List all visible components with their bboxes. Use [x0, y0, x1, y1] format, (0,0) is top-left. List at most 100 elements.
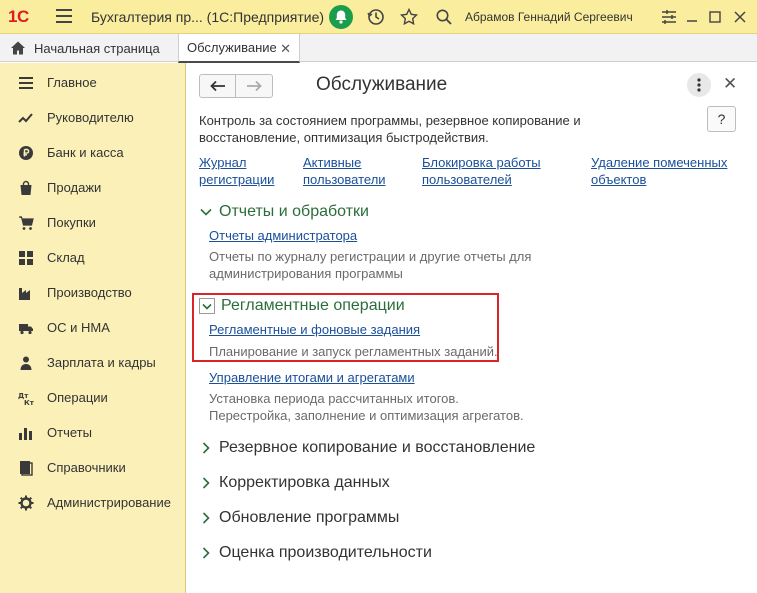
tab-home[interactable]: Начальная страница [0, 34, 170, 62]
link-totals-aggregates[interactable]: Управление итогами и агрегатами [209, 369, 415, 386]
sidebar-item-label: Справочники [47, 460, 126, 475]
sidebar-item-label: Отчеты [47, 425, 92, 440]
book-icon [18, 460, 34, 476]
debit-credit-icon: Дт Кт [18, 390, 34, 406]
trend-line-icon [18, 110, 34, 126]
section-reports-desc-1: Отчеты по журналу регистрации и другие о… [209, 249, 532, 264]
sidebar-item-label: Производство [47, 285, 132, 300]
help-button[interactable]: ? [707, 106, 736, 132]
page-title: Обслуживание [316, 74, 448, 95]
sidebar-item-administration[interactable]: Администрирование [0, 485, 186, 520]
favorites-star-icon[interactable] [399, 7, 419, 27]
section-title: Оценка производительности [219, 544, 432, 561]
back-button[interactable] [200, 75, 237, 97]
ruble-coin-icon [18, 145, 34, 161]
warehouse-grid-icon [18, 250, 34, 266]
notifications-bell-icon[interactable] [329, 5, 353, 29]
truck-icon [18, 320, 34, 336]
shopping-bag-icon [18, 180, 34, 196]
section-title: Резервное копирование и восстановление [219, 439, 536, 456]
sidebar-item-label: Склад [47, 250, 85, 265]
sidebar-item-label: ОС и НМА [47, 320, 110, 335]
chevron-right-icon [202, 512, 210, 524]
sidebar-item-label: Продажи [47, 180, 102, 195]
chevron-right-icon [202, 442, 210, 454]
sidebar-item-sales[interactable]: Продажи [0, 170, 186, 205]
page-description: Контроль за состоянием программы, резерв… [199, 113, 581, 145]
more-vertical-icon [697, 78, 701, 92]
home-icon [11, 41, 25, 55]
sidebar-item-label: Руководителю [47, 110, 134, 125]
app-logo[interactable]: 1С [8, 7, 29, 27]
sidebar-item-label: Покупки [47, 215, 96, 230]
close-form-icon[interactable]: ✕ [723, 74, 737, 94]
main-panel: Обслуживание ✕ ? Контроль за состоянием … [187, 63, 757, 593]
section-routine-header[interactable]: Регламентные операции [199, 297, 405, 315]
section-routine-desc-1: Планирование и запуск регламентных задан… [209, 344, 498, 359]
arrow-right-icon [247, 80, 262, 92]
person-icon [18, 355, 34, 371]
forward-button[interactable] [236, 75, 272, 97]
sidebar-item-production[interactable]: Производство [0, 275, 186, 310]
chevron-right-icon [202, 547, 210, 559]
section-title: Регламентные операции [221, 297, 405, 314]
tab-maintenance[interactable]: Обслуживание ✕ [178, 34, 300, 63]
section-checkbox-icon[interactable] [199, 298, 215, 314]
settings-sliders-icon[interactable] [659, 7, 679, 27]
sidebar-item-bank[interactable]: Банк и касса [0, 135, 186, 170]
link-event-log[interactable]: Журнал регистрации [199, 154, 274, 188]
more-actions-button[interactable] [687, 73, 711, 97]
tab-close-icon[interactable]: ✕ [280, 41, 291, 57]
section-routine-desc-2a: Установка периода рассчитанных итогов. [209, 391, 459, 406]
sidebar-item-operations[interactable]: Дт Кт Операции [0, 380, 186, 415]
link-scheduled-jobs[interactable]: Регламентные и фоновые задания [209, 321, 420, 338]
current-user-name[interactable]: Абрамов Геннадий Сергеевич [465, 10, 633, 24]
navigation-buttons [199, 74, 273, 98]
bar-chart-icon [18, 425, 34, 441]
main-menu-icon[interactable] [56, 9, 72, 23]
svg-text:Кт: Кт [24, 399, 34, 406]
link-block-users[interactable]: Блокировка работы пользователей [422, 154, 541, 188]
tab-home-label: Начальная страница [34, 40, 160, 56]
section-performance-header[interactable]: Оценка производительности [199, 544, 432, 562]
section-reports-header[interactable]: Отчеты и обработки [199, 203, 369, 221]
arrow-left-icon [209, 80, 225, 92]
history-icon[interactable] [366, 7, 386, 27]
sidebar-item-label: Администрирование [47, 495, 171, 510]
search-icon[interactable] [434, 7, 454, 27]
sidebar-item-manager[interactable]: Руководителю [0, 100, 186, 135]
sidebar-item-reports[interactable]: Отчеты [0, 415, 186, 450]
window-title: Бухгалтерия пр... (1С:Предприятие) [91, 9, 325, 25]
sidebar-item-catalogs[interactable]: Справочники [0, 450, 186, 485]
sidebar-item-main[interactable]: Главное [0, 65, 186, 100]
sidebar-item-salary[interactable]: Зарплата и кадры [0, 345, 186, 380]
factory-icon [18, 285, 34, 301]
link-active-users[interactable]: Активные пользователи [303, 154, 386, 188]
minimize-window-icon[interactable] [682, 7, 702, 27]
sidebar: Главное Руководителю Банк и касса Продаж… [0, 63, 186, 593]
tab-maintenance-label: Обслуживание [187, 40, 277, 55]
chevron-right-icon [202, 477, 210, 489]
maximize-window-icon[interactable] [705, 7, 725, 27]
sidebar-item-label: Банк и касса [47, 145, 124, 160]
tab-bar: Начальная страница Обслуживание ✕ [0, 34, 757, 63]
link-delete-marked[interactable]: Удаление помеченных объектов [591, 154, 727, 188]
section-title: Корректировка данных [219, 474, 390, 491]
link-admin-reports[interactable]: Отчеты администратора [209, 227, 357, 244]
sidebar-item-label: Зарплата и кадры [47, 355, 156, 370]
menu-lines-icon [18, 75, 34, 91]
sidebar-item-warehouse[interactable]: Склад [0, 240, 186, 275]
sidebar-item-label: Операции [47, 390, 108, 405]
chevron-down-icon [200, 208, 212, 216]
section-reports-desc-2: администрирования программы [209, 266, 403, 281]
sidebar-item-fixed-assets[interactable]: ОС и НМА [0, 310, 186, 345]
gear-icon [18, 495, 34, 511]
section-update-header[interactable]: Обновление программы [199, 509, 399, 527]
sidebar-item-purchases[interactable]: Покупки [0, 205, 186, 240]
section-routine-desc-2b: Перестройка, заполнение и оптимизация аг… [209, 408, 524, 423]
section-backup-header[interactable]: Резервное копирование и восстановление [199, 439, 535, 457]
section-title: Обновление программы [219, 509, 400, 526]
sidebar-item-label: Главное [47, 75, 97, 90]
section-correction-header[interactable]: Корректировка данных [199, 474, 390, 492]
close-window-icon[interactable] [730, 7, 750, 27]
